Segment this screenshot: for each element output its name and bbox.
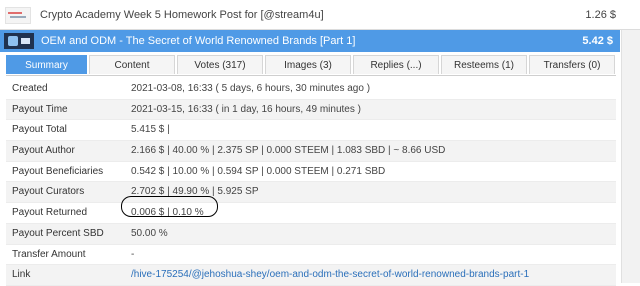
row-payout-curators: Payout Curators 2.702 $ | 49.90 % | 5.92… [6,182,616,204]
row-label: Payout Total [12,124,67,136]
row-created: Created 2021-03-08, 16:33 ( 5 days, 6 ho… [6,79,616,100]
post-thumbnail [5,7,31,24]
row-label: Payout Returned [12,207,88,219]
selected-post-payout-amount: 5.42 $ [582,35,613,47]
row-payout-author: Payout Author 2.166 $ | 40.00 % | 2.375 … [6,141,616,162]
row-value: 0.006 $ | 0.10 % [131,207,204,219]
row-label: Payout Time [12,103,68,115]
tab-resteems[interactable]: Resteems (1) [441,55,527,74]
tab-summary[interactable]: Summary [6,55,87,74]
tab-transfers[interactable]: Transfers (0) [529,55,615,74]
summary-table: Created 2021-03-08, 16:33 ( 5 days, 6 ho… [6,79,616,286]
row-label: Created [12,83,48,94]
row-value: 2021-03-08, 16:33 ( 5 days, 6 hours, 30 … [131,83,371,94]
row-payout-time: Payout Time 2021-03-15, 16:33 ( in 1 day… [6,99,616,121]
tab-content[interactable]: Content [89,55,175,74]
selected-post-title: OEM and ODM - The Secret of World Renown… [41,35,356,47]
row-payout-returned: Payout Returned 0.006 $ | 0.10 % [6,203,616,224]
row-label: Transfer Amount [12,248,86,260]
vertical-scrollbar[interactable] [621,30,640,283]
row-value: 5.415 $ | [131,124,170,136]
steemworld-post-panel: Crypto Academy Week 5 Homework Post for … [0,0,640,286]
row-payout-total: Payout Total 5.415 $ | [6,120,616,142]
row-label: Link [12,269,31,281]
row-label: Payout Curators [12,186,85,198]
row-payout-beneficiaries: Payout Beneficiaries 0.542 $ | 10.00 % |… [6,162,616,183]
row-value: 2.166 $ | 40.00 % | 2.375 SP | 0.000 STE… [131,145,446,157]
row-value: 2021-03-15, 16:33 ( in 1 day, 16 hours, … [131,103,361,115]
tab-votes[interactable]: Votes (317) [177,55,263,74]
row-transfer-amount: Transfer Amount - [6,245,616,266]
row-value: 0.542 $ | 10.00 % | 0.594 SP | 0.000 STE… [131,165,386,177]
post-title: Crypto Academy Week 5 Homework Post for … [40,9,324,21]
row-label: Payout Percent SBD [12,227,104,239]
row-payout-percent-sbd: Payout Percent SBD 50.00 % [6,223,616,245]
row-value: 50.00 % [131,227,168,239]
tab-images[interactable]: Images (3) [265,55,351,74]
post-thumbnail [4,33,34,49]
post-payout-amount: 1.26 $ [585,9,616,21]
row-value: 2.702 $ | 49.90 % | 5.925 SP [131,186,259,198]
post-permalink[interactable]: /hive-175254/@jehoshua-shey/oem-and-odm-… [131,269,529,280]
tab-bar: Summary Content Votes (317) Images (3) R… [6,55,616,76]
selected-post-header[interactable]: OEM and ODM - The Secret of World Renown… [0,30,620,52]
row-label: Payout Beneficiaries [12,165,104,177]
tab-replies[interactable]: Replies (...) [353,55,439,74]
post-list-item[interactable]: Crypto Academy Week 5 Homework Post for … [0,0,640,30]
row-label: Payout Author [12,145,75,157]
row-value: - [131,248,135,260]
